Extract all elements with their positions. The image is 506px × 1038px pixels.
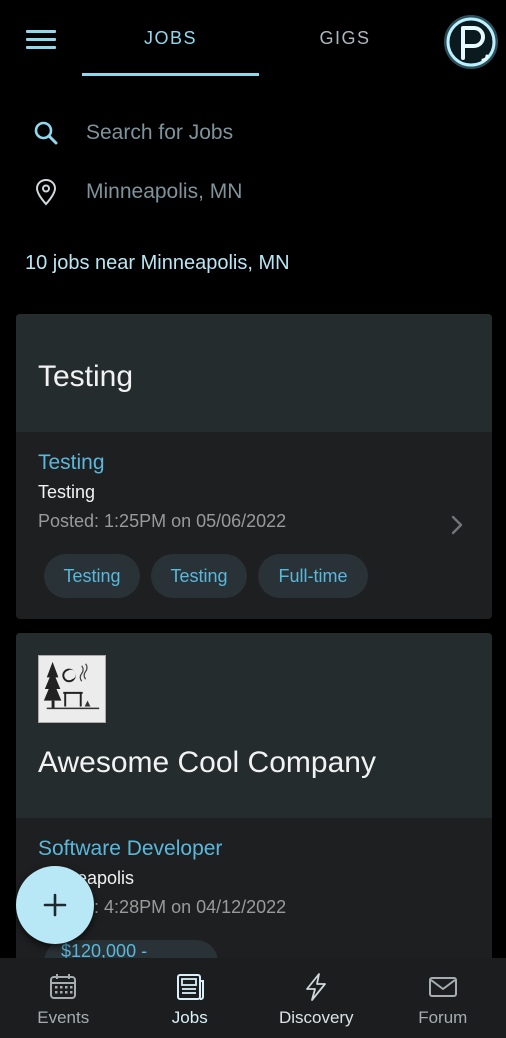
job-posted-date: Posted: 1:25PM on 05/06/2022 (38, 511, 287, 531)
job-title-link[interactable]: Software Developer (38, 837, 222, 861)
nav-item-events[interactable]: Events (0, 958, 127, 1038)
mail-icon (428, 972, 458, 1002)
add-job-button[interactable] (16, 866, 94, 944)
nav-label: Events (37, 1008, 90, 1027)
location-row[interactable]: Minneapolis, MN (0, 172, 506, 212)
location-pin-icon (32, 178, 60, 206)
tag-chip: Testing (151, 554, 247, 598)
chevron-right-icon[interactable] (450, 514, 464, 536)
tag-chip: Full-time (258, 554, 368, 598)
search-row (0, 113, 506, 153)
lightning-icon (301, 972, 331, 1002)
plus-icon (43, 893, 67, 917)
card-header: Awesome Cool Company (16, 633, 492, 818)
card-header: Testing (16, 314, 492, 432)
app-logo-icon[interactable] (443, 14, 499, 70)
location-field[interactable]: Minneapolis, MN (86, 180, 242, 204)
company-logo (38, 655, 106, 723)
search-icon (32, 119, 60, 147)
company-name: Awesome Cool Company (38, 746, 376, 779)
tab-gigs[interactable]: GIGS (258, 0, 432, 76)
calendar-icon (48, 972, 78, 1002)
job-card[interactable]: Testing Testing Testing Posted: 1:25PM o… (16, 314, 492, 619)
bottom-navigation: Events Jobs Discovery Forum (0, 958, 506, 1038)
active-tab-indicator (82, 73, 259, 76)
job-title-link[interactable]: Testing (38, 451, 105, 475)
top-bar: JOBS GIGS (0, 0, 506, 90)
hamburger-menu-icon[interactable] (26, 30, 56, 56)
app-root: JOBS GIGS Minneapolis, MN 10 jobs (0, 0, 506, 1038)
nav-item-discovery[interactable]: Discovery (253, 958, 380, 1038)
company-name: Testing (38, 360, 134, 393)
nav-label: Forum (418, 1008, 468, 1027)
nav-item-jobs[interactable]: Jobs (127, 958, 254, 1038)
nav-item-forum[interactable]: Forum (380, 958, 506, 1038)
nav-label: Jobs (171, 1008, 208, 1027)
tab-jobs[interactable]: JOBS (82, 0, 259, 76)
tag-chip: Testing (44, 554, 140, 598)
search-input[interactable] (86, 113, 466, 153)
nav-label: Discovery (278, 1008, 354, 1027)
newspaper-icon (175, 972, 205, 1002)
results-count: 10 jobs near Minneapolis, MN (25, 252, 290, 274)
job-location: Testing (38, 482, 96, 502)
